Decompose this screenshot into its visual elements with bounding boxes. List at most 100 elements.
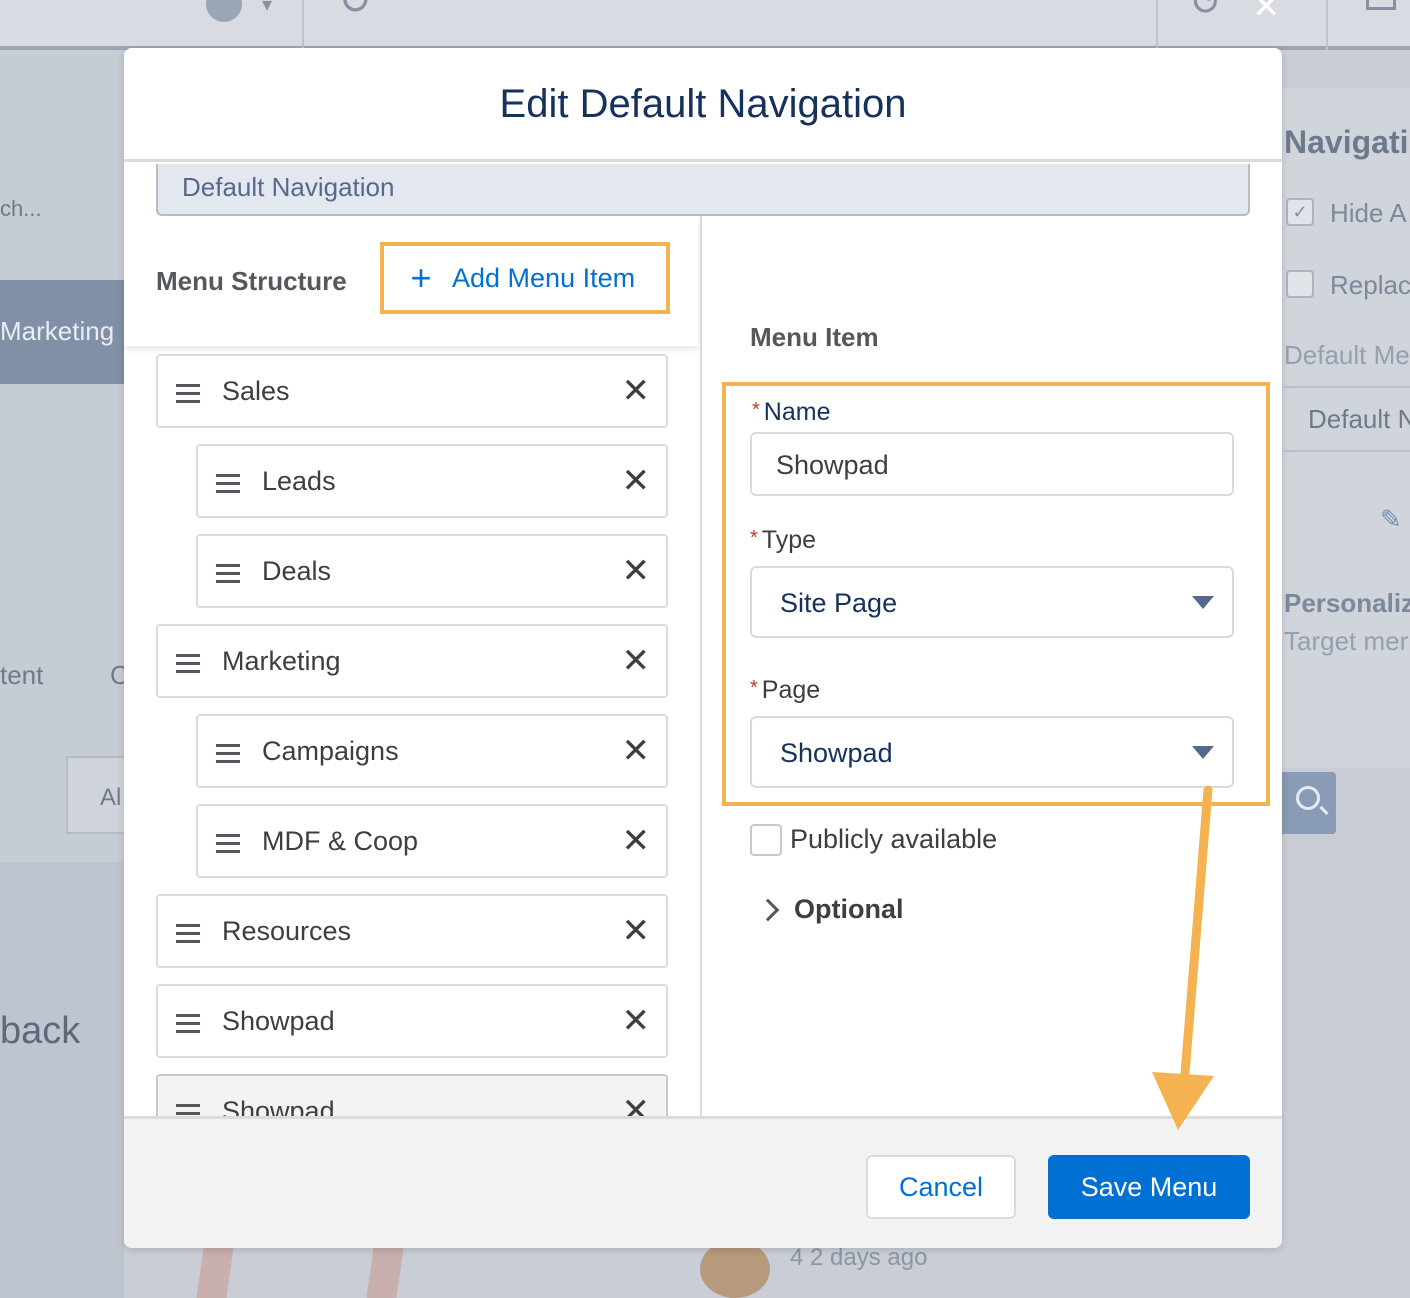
menu-item-row[interactable]: Deals ✕ (196, 534, 668, 608)
remove-x-icon[interactable]: ✕ (622, 1094, 651, 1116)
background-nav-text: Marketing (0, 316, 115, 346)
menu-item-row[interactable]: MDF & Coop ✕ (196, 804, 668, 878)
type-select-value: Site Page (780, 588, 898, 618)
page-select-value: Showpad (780, 738, 893, 768)
name-input[interactable]: Showpad (750, 432, 1234, 496)
menu-item-row[interactable]: Leads ✕ (196, 444, 668, 518)
drag-handle-icon[interactable] (176, 654, 202, 674)
remove-x-icon[interactable]: ✕ (622, 824, 651, 858)
gear-icon (206, 0, 242, 22)
menu-item-label: Showpad (222, 1096, 335, 1116)
required-marker: * (750, 527, 758, 549)
background-tab-text: tent (0, 660, 44, 690)
type-select[interactable]: Site Page (750, 566, 1234, 638)
name-field-label: * Name (752, 398, 830, 427)
modal-header: Edit Default Navigation (124, 48, 1282, 162)
chevron-right-icon[interactable] (756, 898, 780, 922)
toolbar-divider (1326, 0, 1328, 50)
navigation-name-bar: Default Navigation (156, 164, 1250, 216)
remove-x-icon[interactable]: ✕ (622, 374, 651, 408)
background-field-label: Default Me (1284, 340, 1410, 370)
drag-handle-icon[interactable] (176, 924, 202, 944)
builder-toolbar: ▾ ↻ ↺ (0, 0, 1410, 50)
drag-handle-icon[interactable] (176, 384, 202, 404)
modal-title: Edit Default Navigation (499, 82, 907, 126)
menu-item-label: Resources (222, 916, 352, 946)
menu-item-label: Leads (262, 466, 336, 496)
page-label-text: Page (761, 676, 821, 704)
menu-item-row[interactable]: Resources ✕ (156, 894, 668, 968)
type-field-label: * Type (750, 526, 816, 555)
remove-x-icon[interactable]: ✕ (622, 1004, 651, 1038)
menu-item-row-selected[interactable]: Showpad ✕ (156, 1074, 668, 1116)
background-checkbox-checked: ✓ (1286, 198, 1314, 226)
chevron-down-icon: ▾ (262, 0, 273, 16)
drag-handle-icon[interactable] (176, 1014, 202, 1034)
add-menu-item-highlight: + Add Menu Item (380, 242, 670, 314)
drag-handle-icon[interactable] (216, 564, 242, 584)
search-button (1282, 772, 1336, 834)
background-option-label: Replac (1330, 270, 1410, 300)
background-search-text: ch... (0, 196, 42, 221)
remove-x-icon[interactable]: ✕ (622, 914, 651, 948)
preview-monitor-icon (1366, 0, 1396, 10)
menu-item-row[interactable]: Showpad ✕ (156, 984, 668, 1058)
menu-item-label: Showpad (222, 1006, 335, 1036)
add-menu-item-button[interactable]: + Add Menu Item (392, 252, 658, 304)
optional-section-toggle[interactable]: Optional (794, 894, 904, 925)
name-input-value: Showpad (776, 450, 889, 480)
add-menu-item-label: Add Menu Item (452, 262, 636, 293)
menu-structure-label: Menu Structure (156, 266, 347, 296)
plus-icon: + (410, 257, 432, 298)
undo-icon: ↺ (1190, 0, 1222, 24)
navigation-name: Default Navigation (182, 172, 395, 202)
remove-x-icon[interactable]: ✕ (622, 644, 651, 678)
caret-down-icon (1192, 596, 1214, 609)
menu-item-label: Marketing (222, 646, 341, 676)
close-icon[interactable]: ✕ (1252, 0, 1281, 24)
background-panel-title: Navigati (1284, 124, 1409, 160)
pencil-icon: ✎ (1380, 504, 1402, 534)
page-field-label: * Page (750, 676, 820, 705)
menu-structure-panel: Menu Structure + Add Menu Item Sales ✕ L… (124, 216, 700, 1116)
menu-item-panel: Menu Item * Name Showpad * Type Site Page … (702, 216, 1282, 1116)
menu-item-row[interactable]: Marketing ✕ (156, 624, 668, 698)
required-marker: * (752, 399, 760, 421)
publicly-available-label[interactable]: Publicly available (790, 824, 997, 855)
background-checkbox (1286, 270, 1314, 298)
remove-x-icon[interactable]: ✕ (622, 734, 651, 768)
background-lower-left (0, 862, 124, 1298)
caret-down-icon (1192, 746, 1214, 759)
toolbar-divider (1156, 0, 1158, 50)
drag-handle-icon[interactable] (216, 834, 242, 854)
menu-item-label: Deals (262, 556, 332, 586)
toolbar-divider (302, 0, 304, 50)
edit-navigation-modal: Edit Default Navigation Default Navigati… (124, 48, 1282, 1248)
publicly-available-checkbox[interactable] (750, 824, 782, 856)
background-section-title: Personaliz (1284, 588, 1410, 618)
background-search-box-text: Al (100, 784, 122, 811)
menu-item-label: Sales (222, 376, 290, 406)
remove-x-icon[interactable]: ✕ (622, 464, 651, 498)
page-select[interactable]: Showpad (750, 716, 1234, 788)
background-timestamp: 4 2 days ago (790, 1244, 928, 1271)
refresh-icon: ↻ (338, 0, 372, 23)
save-menu-button[interactable]: Save Menu (1048, 1155, 1250, 1219)
name-label-text: Name (763, 398, 831, 426)
cancel-button[interactable]: Cancel (866, 1155, 1016, 1219)
avatar (700, 1240, 770, 1298)
search-icon (1296, 786, 1320, 810)
background-option-label: Hide A (1330, 198, 1407, 228)
background-section-text: Target mer (1284, 626, 1409, 656)
menu-item-row[interactable]: Campaigns ✕ (196, 714, 668, 788)
drag-handle-icon[interactable] (216, 474, 242, 494)
required-marker: * (750, 677, 758, 699)
menu-item-row[interactable]: Sales ✕ (156, 354, 668, 428)
menu-item-label: MDF & Coop (262, 826, 419, 856)
drag-handle-icon[interactable] (176, 1104, 202, 1116)
menu-structure-header: Menu Structure + Add Menu Item (124, 216, 698, 346)
background-heading-text: back (0, 1010, 81, 1052)
menu-item-label: Campaigns (262, 736, 399, 766)
remove-x-icon[interactable]: ✕ (622, 554, 651, 588)
drag-handle-icon[interactable] (216, 744, 242, 764)
